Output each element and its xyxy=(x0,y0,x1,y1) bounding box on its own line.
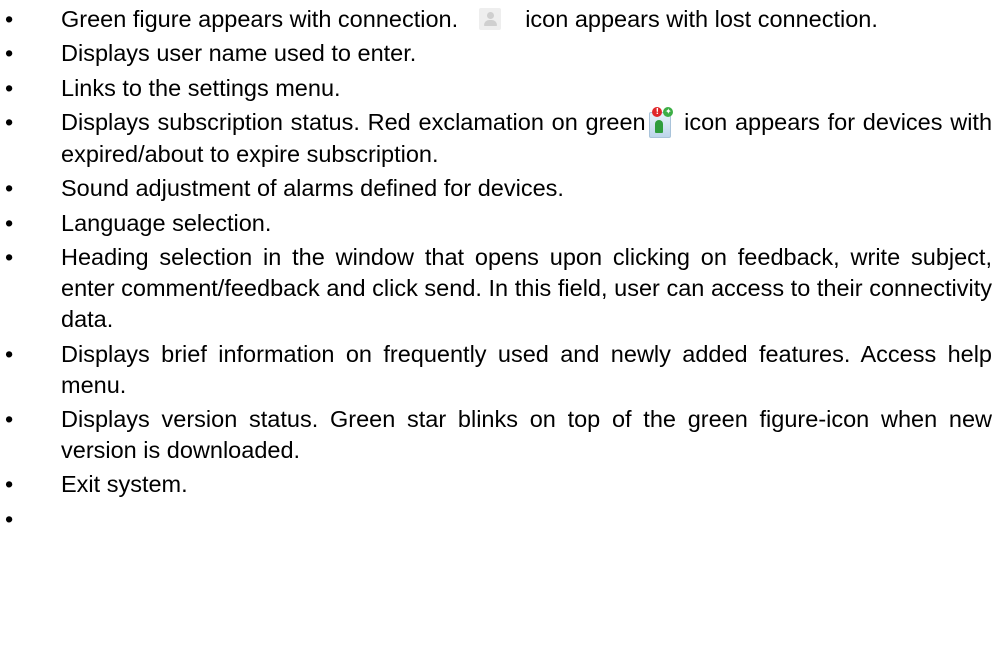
list-item: Displays brief information on frequently… xyxy=(0,339,992,401)
list-item: Sound adjustment of alarms defined for d… xyxy=(0,173,992,204)
bullet-marker xyxy=(5,469,25,500)
list-item: Exit system. xyxy=(0,469,992,500)
bullet-marker xyxy=(5,504,25,535)
list-item: Heading selection in the window that ope… xyxy=(0,242,992,335)
bullet-marker xyxy=(5,339,25,370)
subscription-alert-icon: ! ✦ xyxy=(647,106,674,138)
list-item: Displays user name used to enter. xyxy=(0,38,992,69)
user-offline-icon xyxy=(478,7,501,30)
bullet-marker xyxy=(5,107,25,138)
bullet-marker xyxy=(5,4,25,35)
bullet-marker xyxy=(5,242,25,273)
list-item: Links to the settings menu. xyxy=(0,73,992,104)
bullet-marker xyxy=(5,404,25,435)
list-item: Displays subscription status. Red exclam… xyxy=(0,106,992,170)
list-item-text: Displays brief information on frequently… xyxy=(61,340,992,398)
list-item-text: Language selection. xyxy=(61,209,272,236)
list-item-text: Displays subscription status. Red exclam… xyxy=(61,109,646,136)
list-item: Language selection. xyxy=(0,208,992,239)
list-item-text: Displays version status. Green star blin… xyxy=(61,405,992,463)
list-item: Displays version status. Green star blin… xyxy=(0,404,992,466)
bullet-marker xyxy=(5,173,25,204)
list-item-text: icon appears with lost connection. xyxy=(525,6,878,32)
bullet-marker xyxy=(5,208,25,239)
list-item-text: Links to the settings menu. xyxy=(61,74,341,101)
bullet-marker xyxy=(5,38,25,69)
bullet-marker xyxy=(5,73,25,104)
list-item: Green figure appears with connection. ic… xyxy=(0,4,992,35)
list-item-text: Displays user name used to enter. xyxy=(61,40,417,67)
list-item-text: Sound adjustment of alarms defined for d… xyxy=(61,175,564,202)
feature-list: Green figure appears with connection. ic… xyxy=(0,4,992,504)
list-item-text: Exit system. xyxy=(61,471,188,498)
list-item-text: Heading selection in the window that ope… xyxy=(61,244,992,333)
list-item-text: Green figure appears with connection. xyxy=(61,6,459,32)
